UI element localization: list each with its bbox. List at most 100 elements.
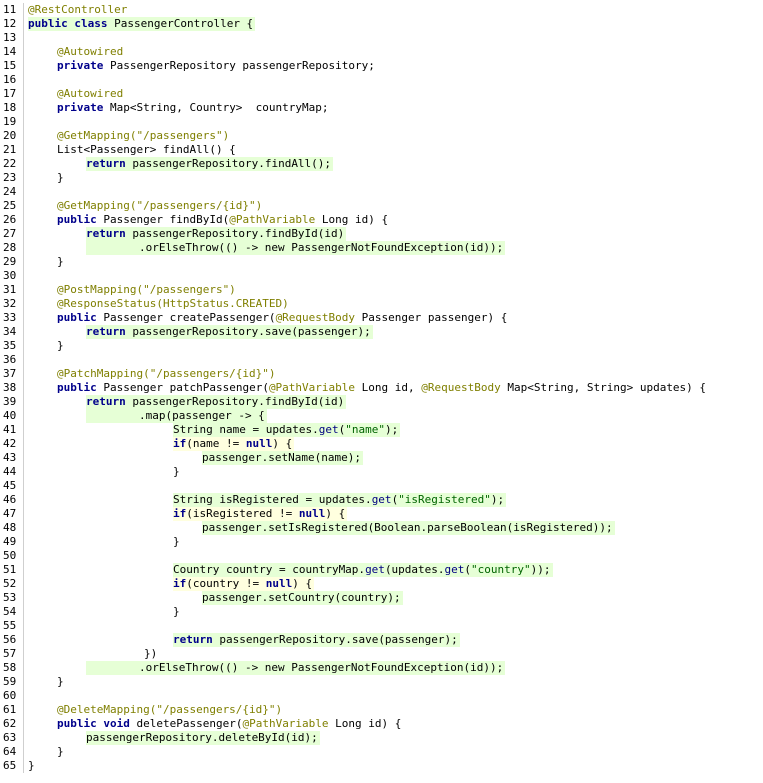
code-token-ann: @PathVariable (268, 381, 356, 394)
code-line[interactable]: 65} (0, 759, 763, 773)
line-number: 42 (3, 437, 17, 450)
code-token-plain: passengerRepository.findById(id) (125, 227, 345, 240)
line-number: 59 (3, 675, 17, 688)
code-line[interactable]: 47 if(isRegistered != null) { (0, 507, 763, 521)
line-number: 20 (3, 129, 17, 142)
code-token-plain: } (173, 605, 180, 618)
code-token-plain: passengerRepository.findById(id) (125, 395, 345, 408)
code-line[interactable]: 58 .orElseThrow(() -> new PassengerNotFo… (0, 661, 763, 675)
gutter-divider (23, 367, 24, 381)
code-token-plain: )); (530, 563, 551, 576)
code-line[interactable]: 56 return passengerRepository.save(passen… (0, 633, 763, 647)
gutter-divider (23, 241, 24, 255)
code-line[interactable]: 14 @Autowired (0, 45, 763, 59)
code-token-plain: } (173, 535, 180, 548)
code-line[interactable]: 44} (0, 465, 763, 479)
code-line[interactable]: 39 return passengerRepository.findById(id… (0, 395, 763, 409)
code-token-kw: public void (57, 717, 130, 730)
code-line[interactable]: 13 (0, 31, 763, 45)
code-line[interactable]: 45 (0, 479, 763, 493)
code-line[interactable]: 20 @GetMapping("/passengers") (0, 129, 763, 143)
code-token-plain: (name != (186, 437, 246, 450)
code-line[interactable]: 52 if(country != null) { (0, 577, 763, 591)
code-text: @PostMapping("/passengers") (57, 283, 238, 297)
code-line[interactable]: 31 @PostMapping("/passengers") (0, 283, 763, 297)
code-line[interactable]: 51 Country country = countryMap.get(updat… (0, 563, 763, 577)
code-token-plain: ) { (292, 577, 313, 590)
code-line[interactable]: 11 @RestController (0, 3, 763, 17)
gutter-divider (23, 17, 24, 31)
code-line[interactable]: 12 public class PassengerController { (0, 17, 763, 31)
code-token-plain: } (57, 171, 64, 184)
code-line[interactable]: 42 if(name != null) { (0, 437, 763, 451)
code-line[interactable]: 19 (0, 115, 763, 129)
code-line[interactable]: 64} (0, 745, 763, 759)
code-line[interactable]: 25 @GetMapping("/passengers/{id}") (0, 199, 763, 213)
code-line[interactable]: 24 (0, 185, 763, 199)
line-number: 28 (3, 241, 17, 254)
line-number: 25 (3, 199, 17, 212)
code-line[interactable]: 34 return passengerRepository.save(passen… (0, 325, 763, 339)
code-line[interactable]: 29} (0, 255, 763, 269)
code-line[interactable]: 49} (0, 535, 763, 549)
code-line[interactable]: 61 @DeleteMapping("/passengers/{id}") (0, 703, 763, 717)
code-line[interactable]: 16 (0, 73, 763, 87)
code-line[interactable]: 28 .orElseThrow(() -> new PassengerNotFo… (0, 241, 763, 255)
gutter-divider (23, 213, 24, 227)
code-editor[interactable]: 11 @RestController 12 public class Passenge… (0, 3, 763, 773)
code-line[interactable]: 50 (0, 549, 763, 563)
gutter-divider (23, 87, 24, 101)
gutter-divider (23, 339, 24, 353)
code-line[interactable]: 38 public Passenger patchPassenger(@PathV… (0, 381, 763, 395)
code-text: @Autowired (57, 45, 125, 59)
code-line[interactable]: 53 passenger.setCountry(country); (0, 591, 763, 605)
code-line[interactable]: 63 passengerRepository.deleteById(id); (0, 731, 763, 745)
code-line[interactable]: 35} (0, 339, 763, 353)
line-number: 46 (3, 493, 17, 506)
code-line[interactable]: 60 (0, 689, 763, 703)
code-text: passengerRepository.deleteById(id); (86, 731, 320, 745)
code-line[interactable]: 15 private PassengerRepository passengerR… (0, 59, 763, 73)
code-line[interactable]: 18 private Map<String, Country> countryMa… (0, 101, 763, 115)
code-line[interactable]: 54} (0, 605, 763, 619)
code-line[interactable]: 48 passenger.setIsRegistered(Boolean.pars… (0, 521, 763, 535)
code-line[interactable]: 22 return passengerRepository.findAll(); (0, 157, 763, 171)
gutter-divider (23, 45, 24, 59)
gutter-divider (23, 563, 24, 577)
code-line[interactable]: 43 passenger.setName(name); (0, 451, 763, 465)
code-line[interactable]: 46 String isRegistered = updates.get("isR… (0, 493, 763, 507)
code-line[interactable]: 26 public Passenger findById(@PathVariabl… (0, 213, 763, 227)
code-line[interactable]: 55 (0, 619, 763, 633)
code-token-plain: passengerRepository.findAll(); (125, 157, 332, 170)
code-token-ann: @PathVariable (242, 717, 329, 730)
code-line[interactable]: 27 return passengerRepository.findById(id… (0, 227, 763, 241)
code-token-plain: Passenger patchPassenger( (96, 381, 269, 394)
line-number: 29 (3, 255, 17, 268)
code-token-kw: public (57, 381, 97, 394)
line-number: 19 (3, 115, 17, 128)
gutter-divider (23, 591, 24, 605)
code-line[interactable]: 32 @ResponseStatus(HttpStatus.CREATED) (0, 297, 763, 311)
code-token-plain: List<Passenger> findAll() { (57, 143, 236, 156)
code-line[interactable]: 17 @Autowired (0, 87, 763, 101)
code-line[interactable]: 41 String name = updates.get("name"); (0, 423, 763, 437)
line-number: 14 (3, 45, 17, 58)
code-token-plain: Map<String, Country> countryMap; (103, 101, 329, 114)
code-line[interactable]: 40 .map(passenger -> { (0, 409, 763, 423)
code-text: if(name != null) { (173, 437, 295, 451)
code-line[interactable]: 62 public void deletePassenger(@PathVaria… (0, 717, 763, 731)
code-line[interactable]: 37 @PatchMapping("/passengers/{id}") (0, 367, 763, 381)
line-number: 18 (3, 101, 17, 114)
gutter-divider (23, 437, 24, 451)
code-line[interactable]: 23} (0, 171, 763, 185)
code-token-ann: @RequestBody (421, 381, 501, 394)
code-line[interactable]: 57}) (0, 647, 763, 661)
code-line[interactable]: 36 (0, 353, 763, 367)
code-line[interactable]: 33 public Passenger createPassenger(@Requ… (0, 311, 763, 325)
code-line[interactable]: 59} (0, 675, 763, 689)
code-line[interactable]: 21 List<Passenger> findAll() { (0, 143, 763, 157)
line-number: 56 (3, 633, 17, 646)
code-text: } (57, 745, 66, 759)
code-token-plain: String name = updates. (173, 423, 319, 436)
code-line[interactable]: 30 (0, 269, 763, 283)
